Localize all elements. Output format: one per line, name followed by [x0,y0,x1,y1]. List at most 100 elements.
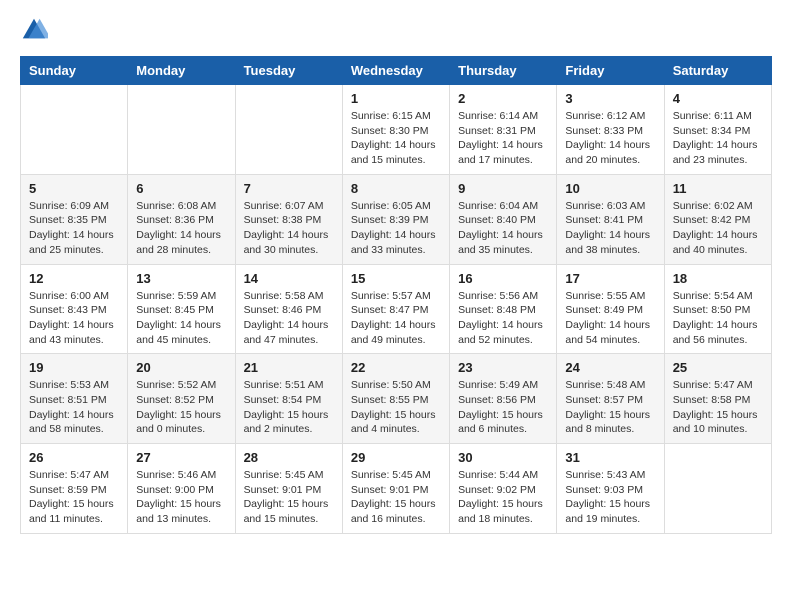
calendar-week-5: 26 Sunrise: 5:47 AMSunset: 8:59 PMDayligh… [21,444,772,534]
day-info: Sunrise: 5:52 AMSunset: 8:52 PMDaylight:… [136,378,226,437]
day-info: Sunrise: 6:07 AMSunset: 8:38 PMDaylight:… [244,199,334,258]
calendar-cell: 19 Sunrise: 5:53 AMSunset: 8:51 PMDayligh… [21,354,128,444]
day-number: 20 [136,360,226,375]
day-info: Sunrise: 5:45 AMSunset: 9:01 PMDaylight:… [244,468,334,527]
day-info: Sunrise: 5:50 AMSunset: 8:55 PMDaylight:… [351,378,441,437]
logo-icon [20,16,48,44]
day-info: Sunrise: 5:55 AMSunset: 8:49 PMDaylight:… [565,289,655,348]
weekday-header-row: SundayMondayTuesdayWednesdayThursdayFrid… [21,57,772,85]
day-number: 22 [351,360,441,375]
day-info: Sunrise: 6:12 AMSunset: 8:33 PMDaylight:… [565,109,655,168]
calendar-cell: 12 Sunrise: 6:00 AMSunset: 8:43 PMDayligh… [21,264,128,354]
day-number: 10 [565,181,655,196]
day-number: 29 [351,450,441,465]
header [20,16,772,44]
day-info: Sunrise: 6:05 AMSunset: 8:39 PMDaylight:… [351,199,441,258]
day-info: Sunrise: 6:08 AMSunset: 8:36 PMDaylight:… [136,199,226,258]
calendar-cell: 27 Sunrise: 5:46 AMSunset: 9:00 PMDayligh… [128,444,235,534]
calendar-cell: 23 Sunrise: 5:49 AMSunset: 8:56 PMDayligh… [450,354,557,444]
day-number: 7 [244,181,334,196]
day-number: 6 [136,181,226,196]
day-info: Sunrise: 5:48 AMSunset: 8:57 PMDaylight:… [565,378,655,437]
day-number: 17 [565,271,655,286]
day-info: Sunrise: 6:00 AMSunset: 8:43 PMDaylight:… [29,289,119,348]
day-info: Sunrise: 6:03 AMSunset: 8:41 PMDaylight:… [565,199,655,258]
calendar-week-1: 1Sunrise: 6:15 AMSunset: 8:30 PMDaylight… [21,85,772,175]
day-info: Sunrise: 5:58 AMSunset: 8:46 PMDaylight:… [244,289,334,348]
calendar-cell: 26 Sunrise: 5:47 AMSunset: 8:59 PMDayligh… [21,444,128,534]
weekday-header-tuesday: Tuesday [235,57,342,85]
day-number: 9 [458,181,548,196]
calendar-cell: 29 Sunrise: 5:45 AMSunset: 9:01 PMDayligh… [342,444,449,534]
weekday-header-friday: Friday [557,57,664,85]
day-info: Sunrise: 6:04 AMSunset: 8:40 PMDaylight:… [458,199,548,258]
calendar-cell: 4Sunrise: 6:11 AMSunset: 8:34 PMDaylight… [664,85,771,175]
weekday-header-monday: Monday [128,57,235,85]
calendar-cell: 8Sunrise: 6:05 AMSunset: 8:39 PMDaylight… [342,174,449,264]
weekday-header-wednesday: Wednesday [342,57,449,85]
day-info: Sunrise: 5:51 AMSunset: 8:54 PMDaylight:… [244,378,334,437]
day-number: 3 [565,91,655,106]
calendar-cell: 14 Sunrise: 5:58 AMSunset: 8:46 PMDayligh… [235,264,342,354]
day-info: Sunrise: 5:54 AMSunset: 8:50 PMDaylight:… [673,289,763,348]
day-info: Sunrise: 5:46 AMSunset: 9:00 PMDaylight:… [136,468,226,527]
day-info: Sunrise: 6:15 AMSunset: 8:30 PMDaylight:… [351,109,441,168]
weekday-header-saturday: Saturday [664,57,771,85]
day-number: 2 [458,91,548,106]
calendar-cell: 6 Sunrise: 6:08 AMSunset: 8:36 PMDaylight… [128,174,235,264]
calendar-cell: 9 Sunrise: 6:04 AMSunset: 8:40 PMDaylight… [450,174,557,264]
calendar-cell: 11Sunrise: 6:02 AMSunset: 8:42 PMDayligh… [664,174,771,264]
day-info: Sunrise: 5:47 AMSunset: 8:59 PMDaylight:… [29,468,119,527]
calendar-cell: 28 Sunrise: 5:45 AMSunset: 9:01 PMDayligh… [235,444,342,534]
day-info: Sunrise: 5:59 AMSunset: 8:45 PMDaylight:… [136,289,226,348]
calendar-cell [128,85,235,175]
day-number: 21 [244,360,334,375]
day-info: Sunrise: 6:02 AMSunset: 8:42 PMDaylight:… [673,199,763,258]
day-number: 16 [458,271,548,286]
calendar-cell: 1Sunrise: 6:15 AMSunset: 8:30 PMDaylight… [342,85,449,175]
calendar-cell: 31Sunrise: 5:43 AMSunset: 9:03 PMDayligh… [557,444,664,534]
day-number: 15 [351,271,441,286]
calendar-cell: 5Sunrise: 6:09 AMSunset: 8:35 PMDaylight… [21,174,128,264]
calendar-cell: 24 Sunrise: 5:48 AMSunset: 8:57 PMDayligh… [557,354,664,444]
day-number: 25 [673,360,763,375]
day-info: Sunrise: 6:11 AMSunset: 8:34 PMDaylight:… [673,109,763,168]
day-info: Sunrise: 5:43 AMSunset: 9:03 PMDaylight:… [565,468,655,527]
day-info: Sunrise: 5:47 AMSunset: 8:58 PMDaylight:… [673,378,763,437]
day-info: Sunrise: 5:45 AMSunset: 9:01 PMDaylight:… [351,468,441,527]
calendar-cell [21,85,128,175]
calendar-table: SundayMondayTuesdayWednesdayThursdayFrid… [20,56,772,534]
calendar-cell: 10 Sunrise: 6:03 AMSunset: 8:41 PMDayligh… [557,174,664,264]
day-info: Sunrise: 5:49 AMSunset: 8:56 PMDaylight:… [458,378,548,437]
day-number: 26 [29,450,119,465]
calendar-cell: 15 Sunrise: 5:57 AMSunset: 8:47 PMDayligh… [342,264,449,354]
day-number: 12 [29,271,119,286]
day-number: 28 [244,450,334,465]
calendar-cell: 22 Sunrise: 5:50 AMSunset: 8:55 PMDayligh… [342,354,449,444]
day-number: 19 [29,360,119,375]
day-number: 14 [244,271,334,286]
day-info: Sunrise: 5:53 AMSunset: 8:51 PMDaylight:… [29,378,119,437]
page: SundayMondayTuesdayWednesdayThursdayFrid… [0,0,792,550]
day-info: Sunrise: 5:44 AMSunset: 9:02 PMDaylight:… [458,468,548,527]
day-number: 5 [29,181,119,196]
logo [20,16,52,44]
weekday-header-thursday: Thursday [450,57,557,85]
calendar-cell: 20 Sunrise: 5:52 AMSunset: 8:52 PMDayligh… [128,354,235,444]
day-info: Sunrise: 5:57 AMSunset: 8:47 PMDaylight:… [351,289,441,348]
day-info: Sunrise: 6:14 AMSunset: 8:31 PMDaylight:… [458,109,548,168]
calendar-week-2: 5Sunrise: 6:09 AMSunset: 8:35 PMDaylight… [21,174,772,264]
calendar-cell: 21 Sunrise: 5:51 AMSunset: 8:54 PMDayligh… [235,354,342,444]
calendar-cell: 30 Sunrise: 5:44 AMSunset: 9:02 PMDayligh… [450,444,557,534]
day-number: 13 [136,271,226,286]
calendar-cell: 17 Sunrise: 5:55 AMSunset: 8:49 PMDayligh… [557,264,664,354]
calendar-cell [664,444,771,534]
day-number: 27 [136,450,226,465]
calendar-cell: 13 Sunrise: 5:59 AMSunset: 8:45 PMDayligh… [128,264,235,354]
day-number: 30 [458,450,548,465]
day-number: 24 [565,360,655,375]
calendar-cell: 2 Sunrise: 6:14 AMSunset: 8:31 PMDaylight… [450,85,557,175]
calendar-cell: 16Sunrise: 5:56 AMSunset: 8:48 PMDayligh… [450,264,557,354]
calendar-week-4: 19 Sunrise: 5:53 AMSunset: 8:51 PMDayligh… [21,354,772,444]
day-number: 23 [458,360,548,375]
